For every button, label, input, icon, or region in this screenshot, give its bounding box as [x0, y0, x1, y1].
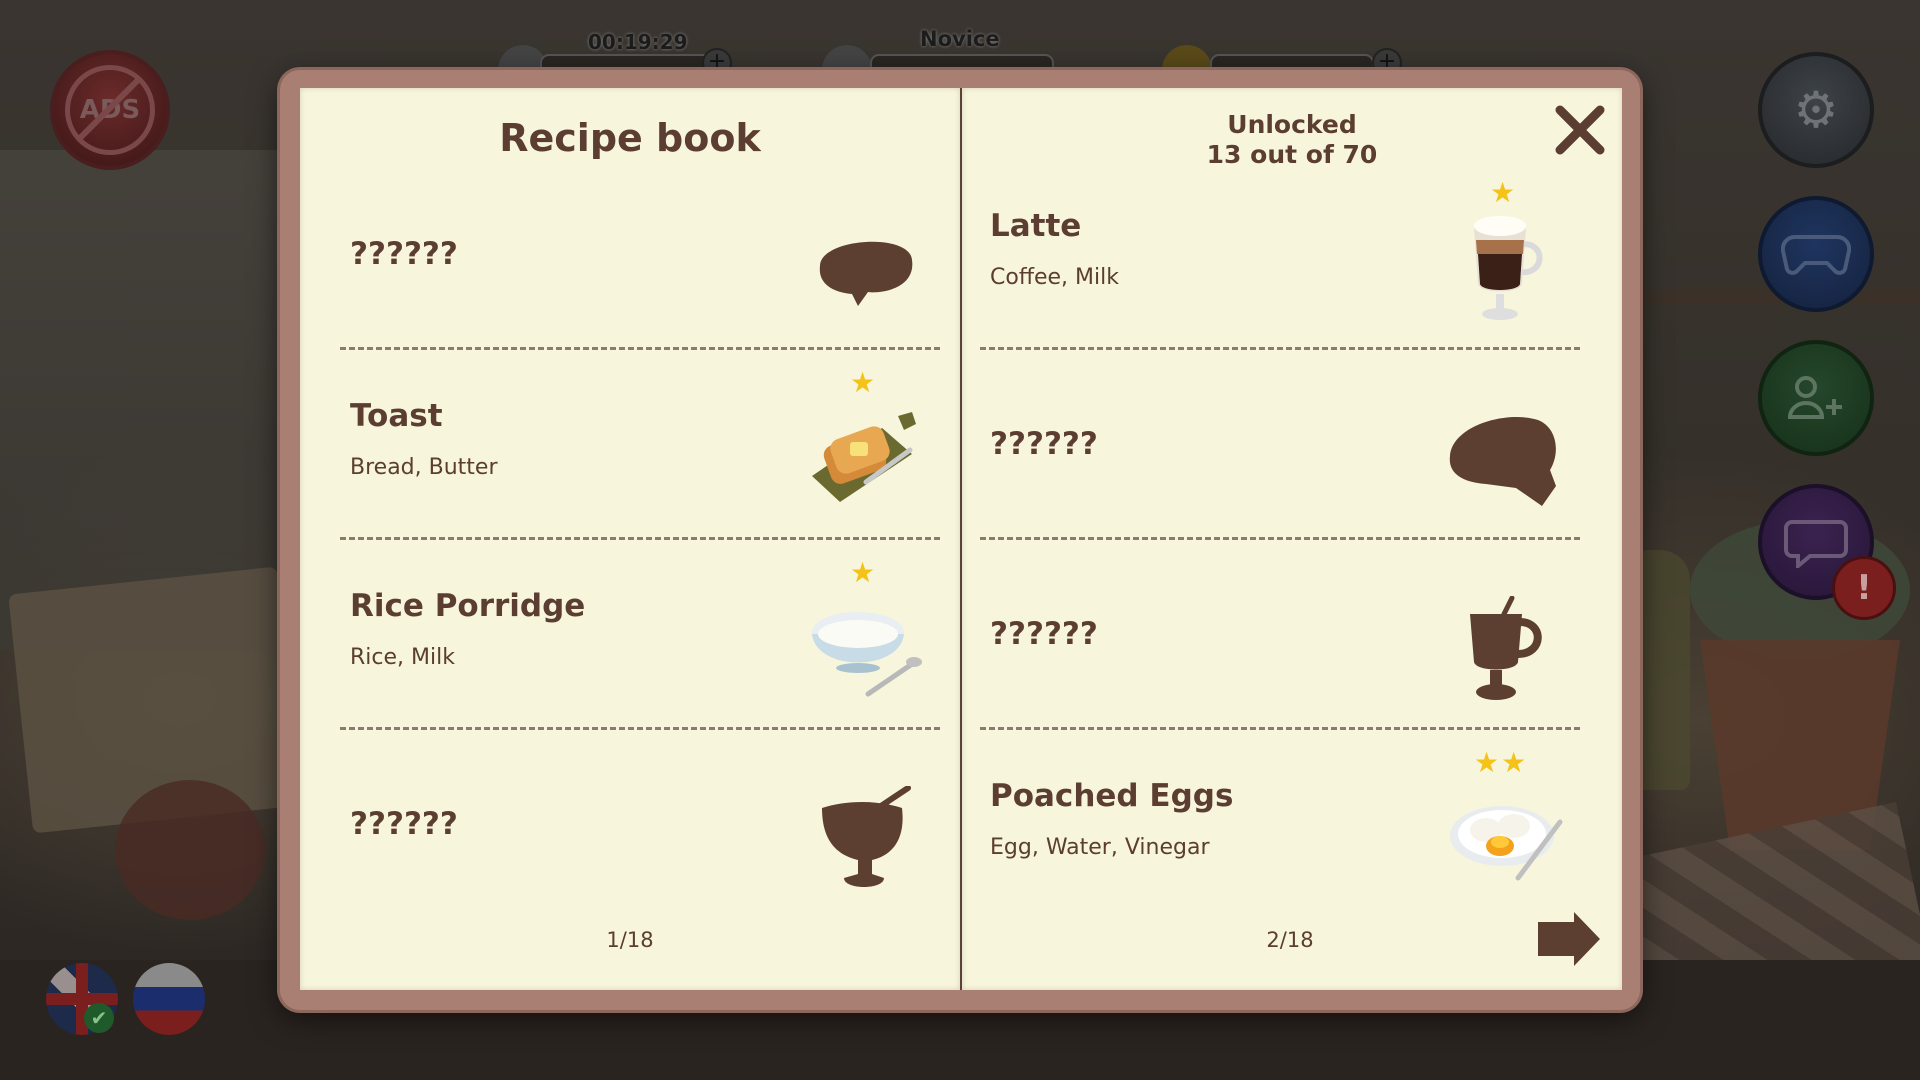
add-friend-button[interactable]	[1758, 340, 1874, 456]
timer-text: 00:19:29	[588, 30, 688, 54]
mug-silhouette-icon	[1470, 596, 1542, 700]
rice-porridge-icon	[812, 612, 922, 697]
recipe-name-poached-eggs: Poached Eggs	[990, 778, 1234, 814]
recipe-divider	[340, 727, 940, 730]
recipe-name-rice-porridge: Rice Porridge	[350, 588, 586, 624]
recipe-divider	[980, 537, 1580, 540]
level-text: Novice	[920, 27, 1000, 51]
rice-porridge-star-rating: ★	[850, 556, 878, 589]
recipe-name-locked: ??????	[350, 806, 458, 842]
recipe-ingredients-toast: Bread, Butter	[350, 455, 498, 480]
pie-silhouette-icon	[819, 241, 913, 306]
recipe-divider	[340, 537, 940, 540]
recipe-name-toast: Toast	[350, 398, 443, 434]
unlocked-count: 13 out of 70	[1206, 140, 1378, 169]
check-icon: ✔	[84, 1003, 114, 1033]
russian-flag-button[interactable]	[133, 963, 205, 1035]
unlocked-counter: Unlocked 13 out of 70	[962, 110, 1622, 170]
recipe-name-locked: ??????	[990, 426, 1098, 462]
toast-star-rating: ★	[850, 366, 878, 399]
background-tomato	[115, 780, 265, 920]
no-ads-button[interactable]: ADS	[50, 50, 170, 170]
no-ads-icon	[65, 65, 155, 155]
left-page-number: 1/18	[606, 928, 654, 952]
poached-eggs-star-rating: ★★	[1474, 746, 1529, 779]
book-spine	[960, 88, 962, 990]
next-page-button[interactable]	[1534, 912, 1602, 966]
chat-bubble-icon	[1784, 520, 1848, 568]
recipe-ingredients-poached-eggs: Egg, Water, Vinegar	[990, 835, 1210, 860]
dessert-cup-silhouette-icon	[822, 786, 911, 887]
right-page-number: 2/18	[1266, 928, 1314, 952]
add-friend-icon	[1787, 376, 1842, 419]
recipe-ingredients-rice-porridge: Rice, Milk	[350, 645, 455, 670]
close-icon	[1555, 105, 1605, 155]
alert-badge: !	[1832, 556, 1896, 620]
latte-icon	[1474, 216, 1543, 320]
recipe-divider	[340, 347, 940, 350]
recipe-name-locked: ??????	[990, 616, 1098, 652]
recipe-divider	[980, 727, 1580, 730]
gamepad-icon	[1781, 234, 1851, 275]
recipe-name-locked: ??????	[350, 236, 458, 272]
unlocked-label: Unlocked	[1227, 110, 1357, 139]
recipe-name-latte: Latte	[990, 208, 1082, 244]
arrow-right-icon	[1538, 912, 1600, 966]
gamepad-button[interactable]	[1758, 196, 1874, 312]
poached-eggs-icon	[1450, 806, 1563, 881]
gear-icon: ⚙	[1793, 81, 1839, 139]
omelette-silhouette-icon	[1449, 417, 1556, 506]
recipe-ingredients-latte: Coffee, Milk	[990, 265, 1119, 290]
recipe-divider	[980, 347, 1580, 350]
recipe-book-title: Recipe book	[499, 116, 761, 160]
toast-icon	[812, 412, 916, 502]
close-button[interactable]	[1550, 100, 1610, 160]
latte-star-rating: ★	[1490, 176, 1518, 209]
settings-button[interactable]: ⚙	[1758, 52, 1874, 168]
